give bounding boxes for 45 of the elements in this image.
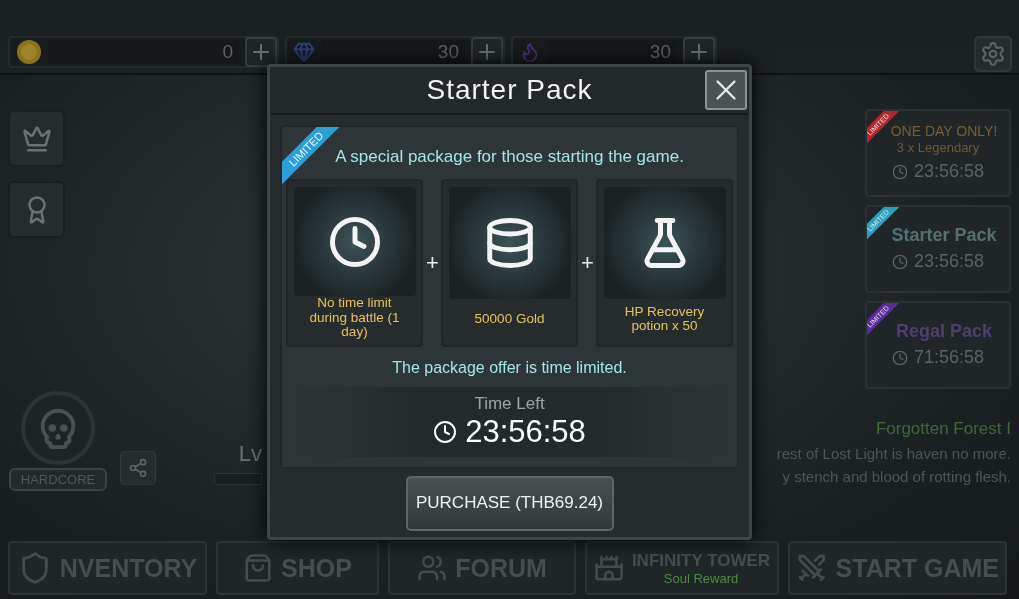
close-button[interactable]	[705, 70, 747, 110]
plus-sign: +	[581, 250, 593, 276]
clock-icon	[891, 163, 908, 180]
gem-icon	[293, 41, 315, 63]
clock-icon	[891, 349, 908, 366]
clock-icon	[891, 253, 908, 270]
level-label: Lv	[238, 441, 262, 467]
settings-icon	[980, 41, 1006, 67]
clock-icon	[433, 420, 458, 444]
offer-notice: The package offer is time limited.	[392, 359, 627, 377]
bag-icon	[243, 553, 274, 583]
currency-amount: 30	[547, 40, 677, 64]
reward-label: HP Recovery potion x 50	[623, 302, 706, 335]
settings-button[interactable]	[974, 36, 1012, 72]
time-left-label: Time Left	[474, 394, 545, 414]
share-button[interactable]	[120, 451, 156, 485]
swords-icon	[796, 552, 828, 584]
offer-timer: 71:56:58	[913, 347, 985, 369]
offer-title: Regal Pack	[894, 321, 993, 342]
reward-label: No time limit during battle (1 day)	[308, 296, 401, 339]
share-icon	[128, 458, 148, 478]
offer-intro: A special package for those starting the game.	[335, 147, 684, 167]
currency-amount: 30	[321, 40, 465, 64]
clock-icon	[327, 214, 382, 269]
add-currency-button[interactable]	[471, 37, 503, 67]
countdown-timer: 23:56:58	[465, 414, 586, 450]
tower-icon	[593, 553, 624, 583]
crown-button[interactable]	[8, 110, 65, 167]
nav-sublabel: Soul Reward	[663, 570, 739, 586]
offer-timer: 23:56:58	[913, 251, 985, 273]
reward-label: 50000 Gold	[474, 309, 545, 328]
offer-timer: 23:56:58	[913, 161, 985, 183]
ribbon-award-button[interactable]	[8, 181, 65, 238]
plus-sign: +	[426, 250, 438, 276]
dialog-title: Starter Pack	[426, 74, 593, 106]
coin-icon	[16, 39, 42, 65]
purchase-button[interactable]: PURCHASE (THB69.24)	[405, 475, 614, 531]
currency-amount: 0	[48, 40, 239, 64]
add-currency-button[interactable]	[245, 37, 277, 67]
people-icon	[417, 553, 448, 583]
add-currency-button[interactable]	[683, 37, 715, 67]
experience-bar	[214, 473, 262, 485]
offer-subtitle: 3 x Legendary	[896, 141, 980, 156]
stage-title: Forgotten Forest I	[875, 419, 1011, 439]
offer-title: Starter Pack	[890, 225, 997, 246]
